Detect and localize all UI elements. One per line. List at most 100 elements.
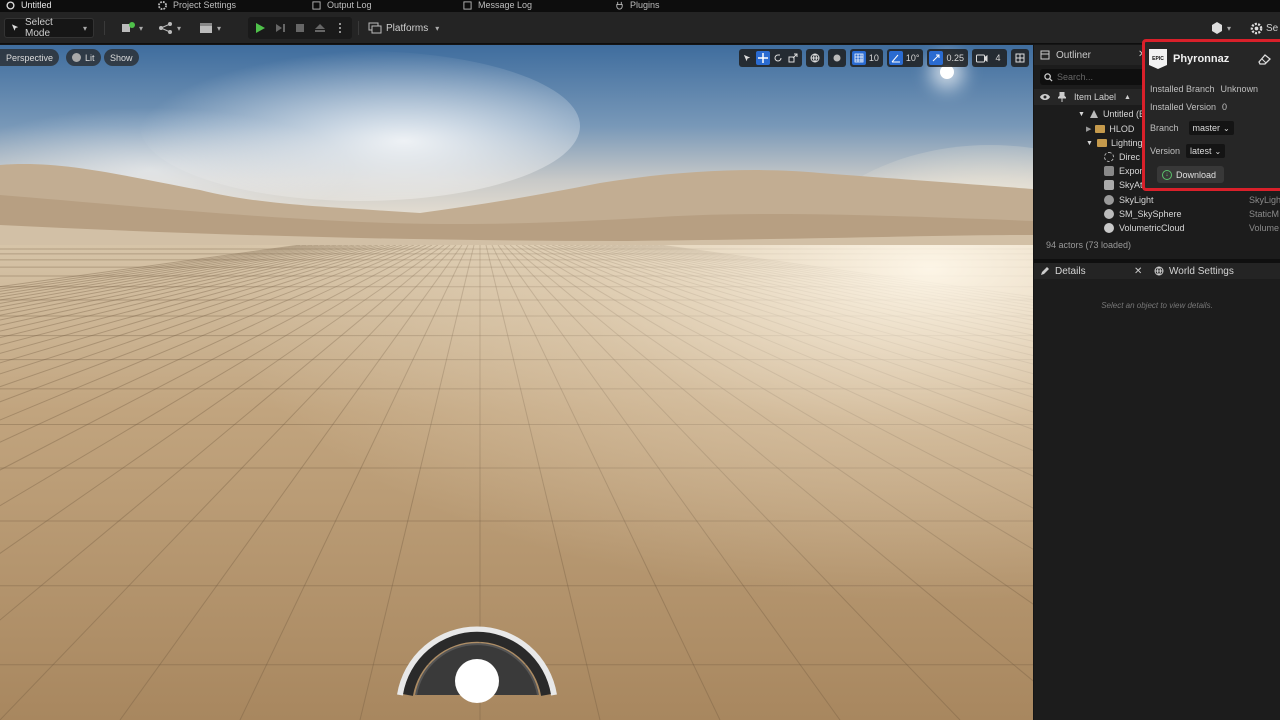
tab-untitled[interactable]: Untitled: [6, 0, 52, 12]
branch-dropdown[interactable]: master ⌄: [1188, 121, 1234, 135]
version-label: Version: [1150, 146, 1181, 156]
step-forward-icon: [276, 24, 285, 32]
tree-row-sm-skysphere[interactable]: SM_SkySphere StaticM: [1034, 207, 1280, 221]
pin-icon[interactable]: [1058, 92, 1066, 102]
close-icon[interactable]: ✕: [1134, 266, 1142, 277]
select-tool[interactable]: [741, 51, 755, 65]
show-flags-button[interactable]: Show: [104, 49, 139, 66]
scale-snap-value[interactable]: 0.25: [944, 51, 966, 65]
translate-tool[interactable]: [755, 51, 770, 65]
tree-label: HLOD: [1109, 124, 1135, 134]
more-options-button[interactable]: [332, 20, 348, 36]
add-content-button[interactable]: ▾: [114, 18, 149, 38]
log-icon: [312, 0, 321, 10]
stop-icon: [296, 24, 304, 32]
installed-branch-label: Installed Branch: [1150, 84, 1215, 94]
eject-button[interactable]: [312, 20, 328, 36]
camera-speed-button[interactable]: [974, 51, 990, 65]
outliner-search-input[interactable]: Search...: [1040, 69, 1148, 85]
tab-output-log[interactable]: Output Log: [312, 0, 372, 12]
tab-message-log[interactable]: Message Log: [463, 0, 532, 12]
perspective-button[interactable]: Perspective: [0, 49, 60, 66]
folder-open-icon: [1096, 139, 1107, 147]
directional-light-icon: [1104, 152, 1114, 162]
download-button[interactable]: ↓ Download: [1157, 166, 1225, 183]
tab-details[interactable]: Details: [1040, 266, 1086, 277]
version-dropdown[interactable]: latest ⌄: [1186, 144, 1226, 158]
chevron-down-icon: ▾: [139, 23, 144, 33]
item-label-column[interactable]: Item Label: [1074, 92, 1116, 102]
surface-snapping-toggle[interactable]: [830, 51, 844, 65]
stop-button[interactable]: [292, 20, 308, 36]
cinematics-button[interactable]: ▾: [192, 18, 227, 38]
chevron-down-icon: ▾: [1227, 23, 1232, 33]
eye-icon[interactable]: [1040, 93, 1050, 101]
rotation-snap-toggle[interactable]: [888, 51, 903, 65]
scale-snap-toggle[interactable]: [929, 51, 944, 65]
branch-value: master: [1192, 123, 1221, 133]
lit-mode-button[interactable]: Lit: [66, 49, 101, 66]
sun: [940, 65, 954, 79]
download-label: Download: [1176, 169, 1217, 180]
download-icon: ↓: [1162, 169, 1172, 180]
viewport-transform-tools: 10 10° 0.25 4: [738, 49, 1029, 67]
rotation-snap-value[interactable]: 10°: [904, 51, 922, 65]
scale-snap-icon: [933, 54, 940, 62]
chevron-down-icon: ⌄: [1214, 146, 1222, 156]
tab-world-settings[interactable]: World Settings: [1154, 266, 1234, 277]
collapsed-arrow-icon[interactable]: ▶: [1086, 125, 1091, 133]
chevron-down-icon: ▾: [177, 23, 182, 33]
plug-icon: [616, 1, 623, 9]
blueprint-button[interactable]: ▾: [152, 18, 187, 38]
advance-frame-button[interactable]: [272, 20, 288, 36]
chevron-down-icon: ▾: [435, 23, 440, 33]
settings-label: Se: [1266, 22, 1279, 34]
perspective-label: Perspective: [6, 52, 54, 63]
select-mode-dropdown[interactable]: Select Mode ▾: [4, 17, 94, 39]
tree-row-skylight[interactable]: SkyLight SkyLigh: [1034, 193, 1280, 207]
grid-snap-toggle[interactable]: [851, 51, 866, 65]
expanded-arrow-icon[interactable]: ▼: [1086, 140, 1093, 147]
rotate-tool[interactable]: [771, 51, 785, 65]
joystick-gizmo[interactable]: [362, 603, 602, 720]
installed-branch-row: Installed Branch Unknown: [1150, 82, 1258, 96]
scale-tool[interactable]: [786, 51, 800, 65]
settings-button[interactable]: Se: [1250, 18, 1278, 38]
lit-label: Lit: [85, 52, 95, 63]
divider: [104, 21, 105, 35]
platforms-dropdown[interactable]: Platforms ▾: [368, 18, 439, 38]
unreal-logo-icon: [6, 0, 15, 10]
level-viewport[interactable]: Perspective Lit Show 10 10° 0.25 4: [0, 45, 1033, 720]
tab-project-settings[interactable]: Project Settings: [158, 0, 236, 12]
platforms-icon: [368, 22, 382, 34]
chevron-down-icon: ▾: [217, 23, 222, 33]
camera-speed-value[interactable]: 4: [991, 51, 1005, 65]
chevron-down-icon: ▾: [82, 23, 87, 33]
layout-group: [1011, 49, 1029, 67]
tab-label: Message Log: [478, 0, 533, 10]
world-icon: [1089, 110, 1098, 118]
move-icon: [757, 53, 768, 63]
version-row: Version latest ⌄: [1150, 144, 1226, 158]
camera-icon: [976, 54, 988, 62]
viewport-layout-button[interactable]: [1013, 51, 1027, 65]
tree-row-volumetric-cloud[interactable]: VolumetricCloud Volume: [1034, 221, 1280, 235]
tree-type: SkyLigh: [1249, 195, 1280, 205]
tab-label: Project Settings: [173, 0, 237, 10]
installed-version-value: 0: [1222, 102, 1228, 112]
expanded-arrow-icon[interactable]: ▼: [1078, 111, 1085, 118]
grid-icon: [854, 53, 864, 63]
rotate-icon: [774, 54, 782, 62]
grid-snap-value[interactable]: 10: [867, 51, 881, 65]
tab-plugins[interactable]: Plugins: [615, 0, 660, 12]
world-space-toggle[interactable]: [808, 51, 822, 65]
sort-up-icon[interactable]: ▲: [1124, 94, 1131, 101]
globe-icon: [810, 53, 820, 63]
gear-icon: [1250, 22, 1263, 34]
tree-label: Expon: [1119, 166, 1145, 176]
camera-speed-group: 4: [972, 49, 1007, 67]
play-button[interactable]: [252, 20, 268, 36]
view-mode-dropdown[interactable]: ▾: [1210, 18, 1231, 38]
eraser-icon[interactable]: [1257, 53, 1271, 65]
cloud-icon: [1104, 223, 1114, 233]
